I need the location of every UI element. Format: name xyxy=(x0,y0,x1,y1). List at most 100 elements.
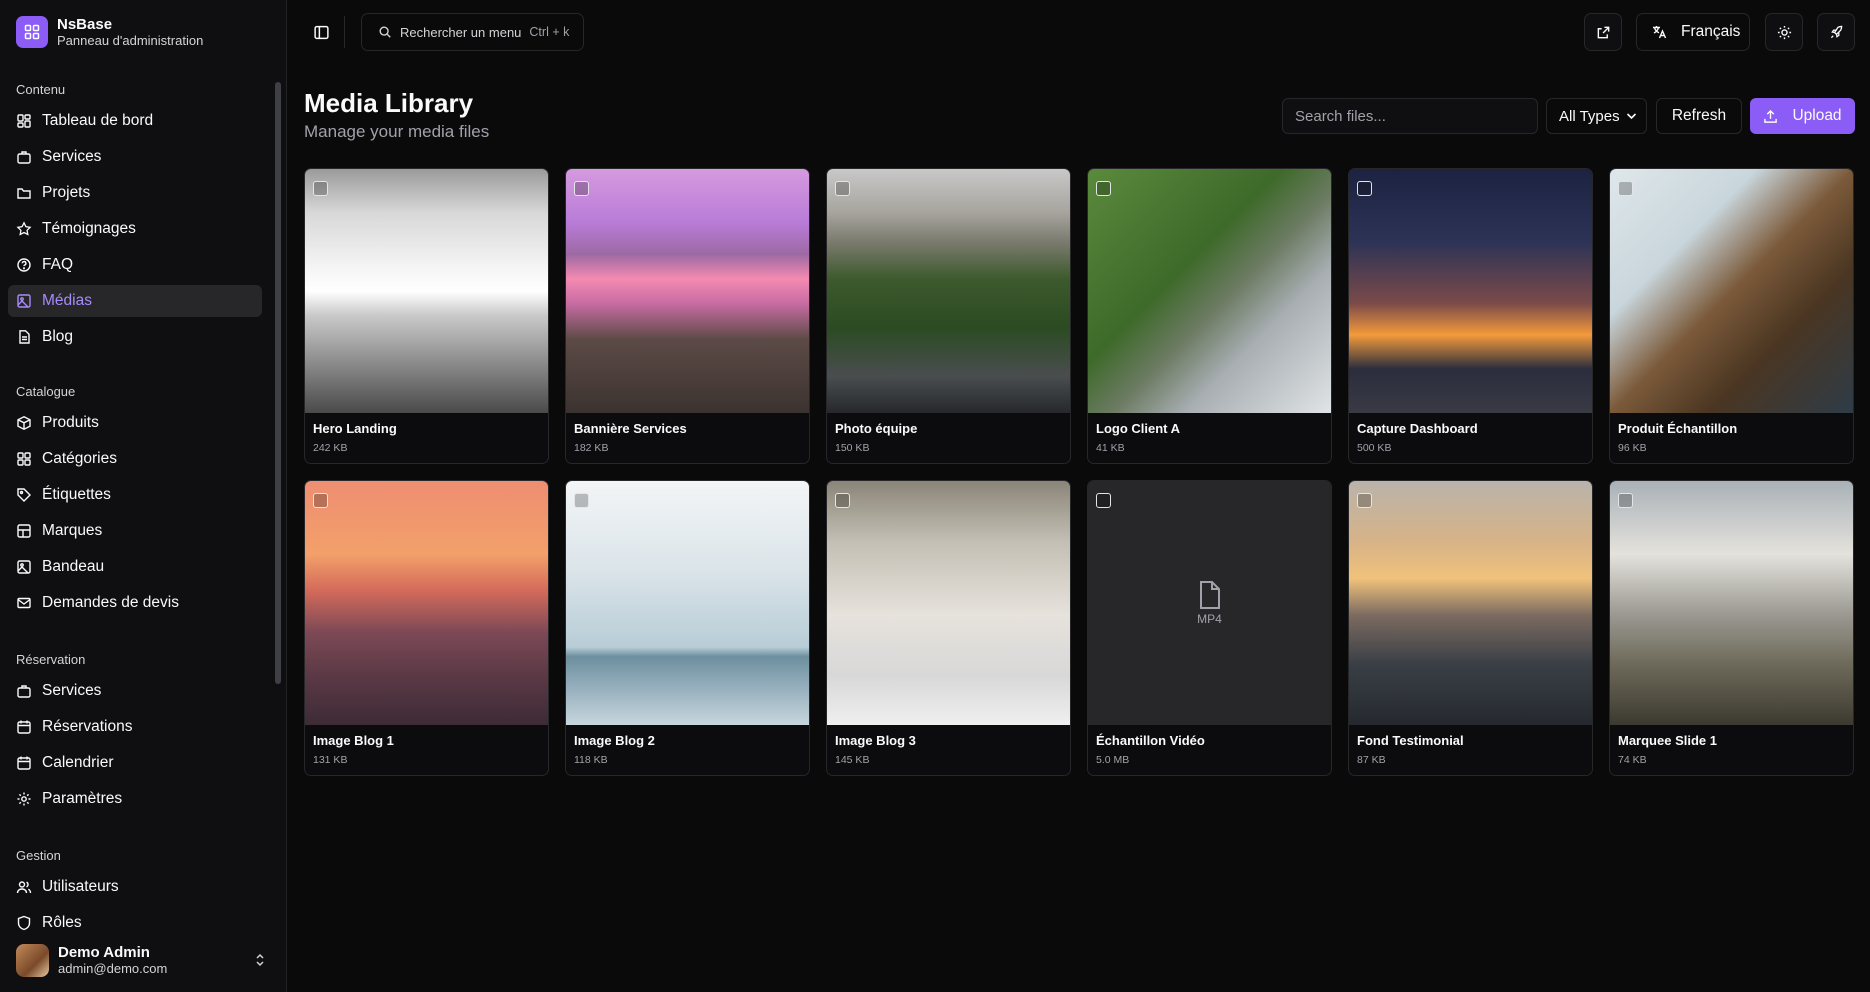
media-thumbnail[interactable] xyxy=(305,169,548,413)
menu-search-button[interactable]: Rechercher un menu Ctrl + k xyxy=(361,13,584,51)
sidebar-item-medias[interactable]: Médias xyxy=(8,285,262,317)
launch-button[interactable] xyxy=(1817,13,1855,51)
sidebar-section-contenu: Contenu xyxy=(16,82,66,97)
select-checkbox[interactable] xyxy=(835,181,850,196)
media-size: 41 KB xyxy=(1096,442,1125,454)
user-menu[interactable]: Demo Admin admin@demo.com xyxy=(16,942,272,978)
sidebar-item-parametres[interactable]: Paramètres xyxy=(8,783,262,815)
file-placeholder: MP4 xyxy=(1088,481,1331,725)
sidebar-item-categories[interactable]: Catégories xyxy=(8,443,262,475)
select-checkbox[interactable] xyxy=(835,493,850,508)
sidebar-item-reservation-services[interactable]: Services xyxy=(8,675,262,707)
sidebar-item-temoignages[interactable]: Témoignages xyxy=(8,213,262,245)
open-site-button[interactable] xyxy=(1584,13,1622,51)
upload-icon xyxy=(1764,109,1778,123)
media-name: Image Blog 2 xyxy=(574,733,655,748)
sidebar-item-label: Projets xyxy=(42,184,91,201)
theme-toggle-button[interactable] xyxy=(1765,13,1803,51)
sidebar: NsBase Panneau d'administration Contenu … xyxy=(0,0,287,992)
select-checkbox[interactable] xyxy=(1357,493,1372,508)
media-thumbnail[interactable] xyxy=(1349,481,1592,725)
sidebar-item-bandeau[interactable]: Bandeau xyxy=(8,551,262,583)
media-thumbnail[interactable] xyxy=(305,481,548,725)
media-card[interactable]: Bannière Services 182 KB xyxy=(565,168,810,464)
sidebar-item-label: Bandeau xyxy=(42,558,105,575)
page-subtitle: Manage your media files xyxy=(304,122,490,141)
type-filter-select[interactable]: All Types xyxy=(1546,98,1647,134)
media-card[interactable]: Hero Landing 242 KB xyxy=(304,168,549,464)
media-card[interactable]: MP4 Échantillon Vidéo 5.0 MB xyxy=(1087,480,1332,776)
briefcase-icon xyxy=(17,685,31,698)
sidebar-toggle-button[interactable] xyxy=(302,13,340,51)
sidebar-item-label: Services xyxy=(42,682,102,699)
sidebar-item-label: Témoignages xyxy=(42,220,136,237)
sidebar-item-label: Étiquettes xyxy=(42,486,111,503)
media-thumbnail[interactable]: MP4 xyxy=(1088,481,1331,725)
search-icon xyxy=(379,26,391,38)
file-type-label: MP4 xyxy=(1197,612,1222,626)
grid-icon xyxy=(17,452,31,466)
media-thumbnail[interactable] xyxy=(1610,481,1853,725)
media-card[interactable]: Image Blog 3 145 KB xyxy=(826,480,1071,776)
sidebar-item-blog[interactable]: Blog xyxy=(8,321,262,353)
sidebar-scrollbar[interactable] xyxy=(275,82,281,684)
sidebar-item-reservations[interactable]: Réservations xyxy=(8,711,262,743)
select-checkbox[interactable] xyxy=(1618,493,1633,508)
file-search-input[interactable] xyxy=(1282,98,1538,134)
select-checkbox[interactable] xyxy=(574,181,589,196)
sidebar-item-marques[interactable]: Marques xyxy=(8,515,262,547)
image-icon xyxy=(17,560,31,574)
media-thumbnail[interactable] xyxy=(566,481,809,725)
media-card[interactable]: Capture Dashboard 500 KB xyxy=(1348,168,1593,464)
media-size: 87 KB xyxy=(1357,754,1386,766)
media-thumbnail[interactable] xyxy=(1349,169,1592,413)
sidebar-item-demandes-de-devis[interactable]: Demandes de devis xyxy=(8,587,262,619)
sidebar-item-projets[interactable]: Projets xyxy=(8,177,262,209)
type-filter-value: All Types xyxy=(1559,107,1620,125)
media-thumbnail[interactable] xyxy=(827,481,1070,725)
media-size: 131 KB xyxy=(313,754,348,766)
select-checkbox[interactable] xyxy=(1618,181,1633,196)
sidebar-item-etiquettes[interactable]: Étiquettes xyxy=(8,479,262,511)
select-checkbox[interactable] xyxy=(574,493,589,508)
media-card[interactable]: Logo Client A 41 KB xyxy=(1087,168,1332,464)
tag-icon xyxy=(17,488,31,502)
media-card[interactable]: Photo équipe 150 KB xyxy=(826,168,1071,464)
refresh-button[interactable]: Refresh xyxy=(1656,98,1742,134)
media-card[interactable]: Image Blog 1 131 KB xyxy=(304,480,549,776)
media-thumbnail[interactable] xyxy=(1610,169,1853,413)
sidebar-item-faq[interactable]: FAQ xyxy=(8,249,262,281)
menu-search-label: Rechercher un menu xyxy=(400,24,522,40)
media-card[interactable]: Image Blog 2 118 KB xyxy=(565,480,810,776)
sidebar-item-produits[interactable]: Produits xyxy=(8,407,262,439)
sidebar-item-tableau-de-bord[interactable]: Tableau de bord xyxy=(8,105,262,137)
select-checkbox[interactable] xyxy=(313,493,328,508)
media-thumbnail[interactable] xyxy=(1088,169,1331,413)
sidebar-item-label: Produits xyxy=(42,414,99,431)
media-card[interactable]: Marquee Slide 1 74 KB xyxy=(1609,480,1854,776)
brand-name: NsBase xyxy=(57,16,113,33)
media-card[interactable]: Produit Échantillon 96 KB xyxy=(1609,168,1854,464)
sidebar-item-calendrier[interactable]: Calendrier xyxy=(8,747,262,779)
language-switcher[interactable]: Français xyxy=(1636,13,1750,51)
select-checkbox[interactable] xyxy=(1096,493,1111,508)
media-thumbnail[interactable] xyxy=(566,169,809,413)
sidebar-item-services[interactable]: Services xyxy=(8,141,262,173)
sidebar-item-utilisateurs[interactable]: Utilisateurs xyxy=(8,871,262,903)
select-checkbox[interactable] xyxy=(1096,181,1111,196)
media-thumbnail[interactable] xyxy=(827,169,1070,413)
brand-logo-icon xyxy=(16,16,48,48)
select-checkbox[interactable] xyxy=(1357,181,1372,196)
media-size: 500 KB xyxy=(1357,442,1392,454)
upload-button[interactable]: Upload xyxy=(1750,98,1855,134)
select-checkbox[interactable] xyxy=(313,181,328,196)
media-card[interactable]: Fond Testimonial 87 KB xyxy=(1348,480,1593,776)
media-name: Capture Dashboard xyxy=(1357,421,1478,436)
keyboard-shortcut: Ctrl + k xyxy=(529,25,570,39)
brand[interactable]: NsBase Panneau d'administration xyxy=(16,16,203,48)
media-name: Produit Échantillon xyxy=(1618,421,1738,436)
sidebar-item-roles[interactable]: Rôles xyxy=(8,907,262,936)
media-name: Échantillon Vidéo xyxy=(1096,733,1205,748)
sidebar-item-label: Médias xyxy=(42,292,92,309)
help-circle-icon xyxy=(17,258,31,272)
